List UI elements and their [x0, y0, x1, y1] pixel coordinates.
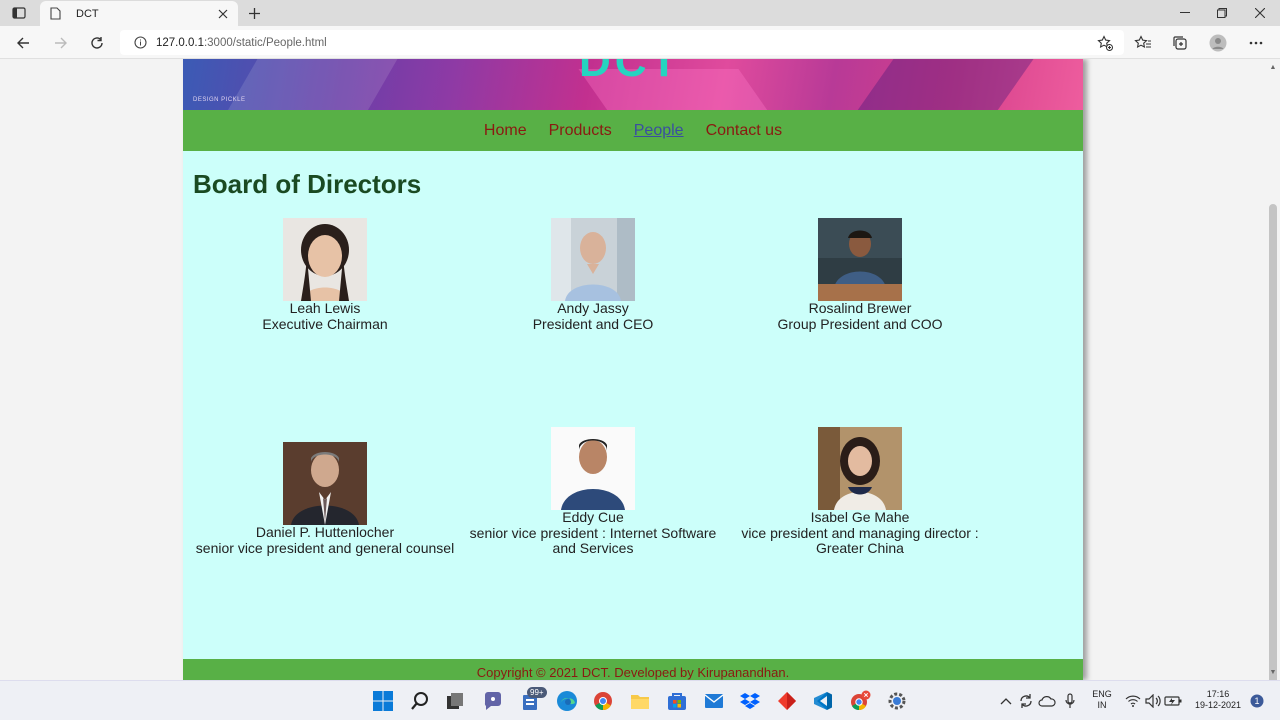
maximize-icon[interactable] — [1203, 0, 1241, 26]
person-card: Andy Jassy President and CEO — [459, 218, 727, 332]
banner-credit: DESIGN PICKLE — [193, 97, 246, 103]
browser-window: DCT 127.0.0.1:3000/static/People.html DC… — [0, 0, 1280, 710]
close-window-icon[interactable] — [1241, 0, 1279, 26]
scroll-down-icon[interactable]: ▼ — [1269, 668, 1277, 676]
vscode-icon[interactable] — [812, 690, 834, 712]
tab-actions-icon[interactable] — [8, 4, 30, 22]
scrollbar-thumb[interactable] — [1269, 204, 1277, 710]
scroll-up-icon[interactable]: ▲ — [1269, 63, 1277, 71]
start-icon[interactable] — [372, 690, 394, 712]
onedrive-icon[interactable] — [1038, 690, 1056, 712]
url-host: 127.0.0.1 — [156, 36, 204, 49]
person-photo — [551, 218, 635, 301]
person-title: vice president and managing director : G… — [741, 524, 979, 556]
person-photo — [818, 218, 902, 301]
new-tab-icon[interactable] — [244, 4, 264, 22]
show-hidden-icons-icon[interactable] — [998, 690, 1014, 712]
back-icon[interactable] — [12, 32, 34, 54]
person-title: President and CEO — [532, 315, 654, 332]
store-badge: 99+ — [527, 687, 547, 698]
person-name: Eddy Cue — [562, 509, 624, 525]
footer-text: Copyright © 2021 DCT. Developed by Kirup… — [476, 665, 790, 680]
edge-icon[interactable] — [556, 690, 578, 712]
person-card: Leah Lewis Executive Chairman — [191, 218, 459, 332]
person-title: Executive Chairman — [262, 315, 388, 332]
person-photo — [283, 442, 367, 525]
collections-icon[interactable] — [1169, 32, 1191, 54]
page-footer: Copyright © 2021 DCT. Developed by Kirup… — [183, 659, 1083, 680]
notification-count: 1 — [1254, 696, 1260, 706]
close-tab-icon[interactable] — [216, 7, 230, 21]
profile-avatar-icon[interactable] — [1207, 32, 1229, 54]
person-name: Isabel Ge Mahe — [810, 509, 910, 525]
page-icon — [48, 7, 62, 21]
person-name: Andy Jassy — [557, 300, 629, 316]
task-view-icon[interactable] — [444, 690, 466, 712]
address-bar[interactable]: 127.0.0.1:3000/static/People.html — [120, 30, 1124, 55]
page-title: Board of Directors — [193, 169, 422, 199]
dropbox-icon[interactable] — [739, 690, 761, 712]
more-menu-icon[interactable] — [1245, 32, 1267, 54]
sync-icon[interactable] — [1017, 690, 1035, 712]
person-name: Leah Lewis — [289, 300, 361, 316]
person-card: Daniel P. Huttenlocher senior vice presi… — [191, 442, 459, 556]
file-explorer-icon[interactable] — [629, 690, 651, 712]
tab-strip: DCT — [0, 0, 1280, 26]
chrome-icon[interactable] — [592, 690, 614, 712]
volume-icon[interactable] — [1144, 690, 1162, 712]
microphone-icon[interactable] — [1061, 690, 1079, 712]
person-photo — [283, 218, 367, 301]
forward-icon[interactable] — [50, 32, 72, 54]
person-card: Rosalind Brewer Group President and COO — [726, 218, 994, 332]
chrome-notify-icon[interactable] — [849, 690, 871, 712]
person-photo — [551, 427, 635, 510]
mail-icon[interactable] — [703, 690, 725, 712]
settings-icon[interactable] — [886, 690, 908, 712]
person-name: Rosalind Brewer — [808, 300, 912, 316]
person-photo — [818, 427, 902, 510]
search-icon[interactable] — [409, 690, 431, 712]
language-code: ENG — [1092, 689, 1112, 699]
url-path: :3000/static/People.html — [203, 36, 327, 49]
clock-time: 17:16 — [1206, 689, 1230, 699]
region-code: IN — [1097, 700, 1107, 710]
nav-home[interactable]: Home — [484, 122, 527, 140]
banner-logo: DCT — [579, 59, 682, 86]
person-card: Eddy Cue senior vice president : Interne… — [459, 427, 727, 557]
chat-icon[interactable] — [482, 690, 504, 712]
add-favorite-icon[interactable] — [1096, 34, 1114, 52]
vertical-scrollbar[interactable]: ▲ ▼ — [1266, 59, 1280, 710]
nav-people[interactable]: People — [634, 122, 684, 140]
page-container: DCT DESIGN PICKLE Home Products People C… — [183, 59, 1083, 680]
header-banner: DCT DESIGN PICKLE — [183, 59, 1083, 110]
nav-products[interactable]: Products — [549, 122, 612, 140]
clock[interactable]: 17:16 19-12-2021 — [1190, 689, 1246, 711]
person-title: Group President and COO — [777, 315, 943, 332]
url-text: 127.0.0.1:3000/static/People.html — [156, 37, 327, 49]
person-name: Daniel P. Huttenlocher — [255, 524, 395, 540]
browser-toolbar: 127.0.0.1:3000/static/People.html — [0, 26, 1280, 59]
battery-icon[interactable] — [1164, 690, 1182, 712]
favorites-icon[interactable] — [1132, 32, 1154, 54]
tab-title: DCT — [76, 7, 99, 20]
person-title: senior vice president : Internet Softwar… — [469, 524, 717, 556]
tab-dct[interactable]: DCT — [40, 1, 238, 26]
notification-icon[interactable]: 1 — [1249, 693, 1265, 709]
main-nav: Home Products People Contact us — [183, 110, 1083, 151]
page-viewport: DCT DESIGN PICKLE Home Products People C… — [0, 59, 1266, 680]
git-app-icon[interactable] — [776, 690, 798, 712]
language-indicator[interactable]: ENG IN — [1088, 689, 1116, 711]
clock-date: 19-12-2021 — [1194, 700, 1242, 710]
person-card: Isabel Ge Mahe vice president and managi… — [726, 427, 994, 557]
nav-contact[interactable]: Contact us — [706, 122, 782, 140]
microsoft-store-icon[interactable] — [666, 690, 688, 712]
minimize-icon[interactable] — [1166, 0, 1204, 26]
taskbar: 99+ ENG IN 17:16 19-12-2021 1 — [0, 680, 1280, 720]
site-info-icon[interactable] — [132, 35, 148, 51]
wifi-icon[interactable] — [1124, 690, 1142, 712]
person-title: senior vice president and general counse… — [195, 539, 455, 556]
refresh-icon[interactable] — [86, 32, 108, 54]
